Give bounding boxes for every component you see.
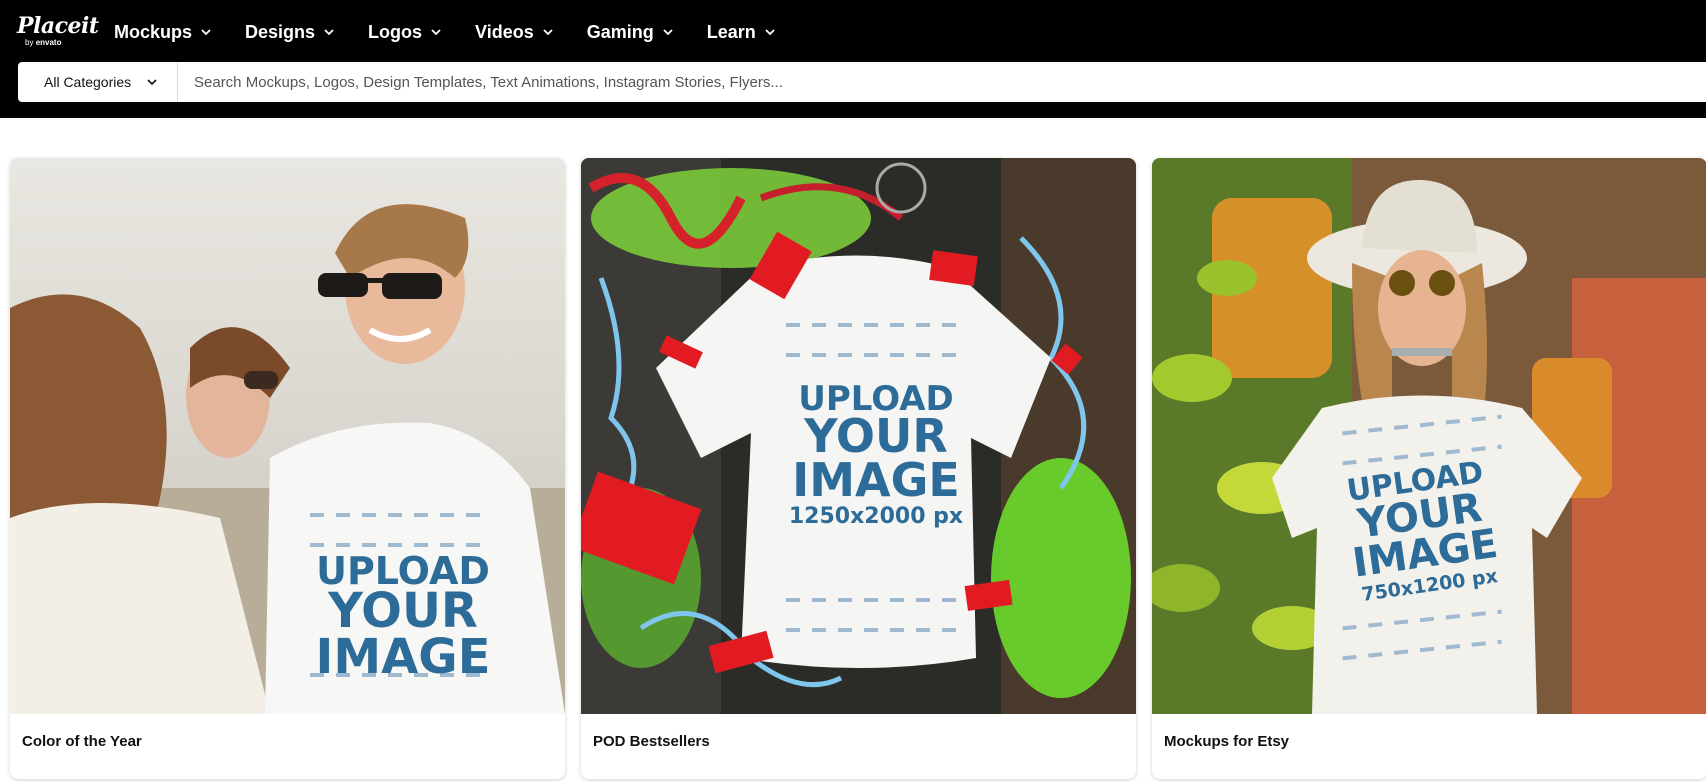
nav-item-label: Designs [245,21,316,42]
upload-image-placeholder: UPLOAD YOUR IMAGE 750x1200 px [1344,455,1501,606]
print-guide-line [786,598,966,602]
nav-item-videos[interactable]: Videos [475,18,553,46]
category-dropdown-label: All Categories [44,74,132,90]
logo-wordmark: Placeit [17,13,99,39]
card-image: UPLOAD YOUR IMAGE [10,158,565,714]
card-image: UPLOAD YOUR IMAGE 1250x2000 px [581,158,1136,714]
nav-item-logos[interactable]: Logos [368,18,441,46]
category-card-color-of-the-year[interactable]: UPLOAD YOUR IMAGE Color of the Year [10,158,565,779]
nav-item-label: Videos [475,21,534,42]
top-navigation-bar: Placeit by envato Mockups Designs Logos … [0,0,1706,118]
nav-item-label: Gaming [586,21,654,42]
chevron-down-icon [147,77,157,87]
woman-hat-tshirt-photo [1152,158,1706,714]
upload-image-placeholder: UPLOAD YOUR IMAGE 1250x2000 px [788,379,964,529]
print-guide-line [786,353,966,357]
nav-item-label: Mockups [114,21,193,42]
print-guide-line [310,543,490,547]
chevron-down-icon [543,27,553,37]
card-title: Color of the Year [22,733,142,750]
placeit-logo[interactable]: Placeit by envato [17,13,99,48]
print-guide-line [310,513,490,517]
nav-item-label: Learn [706,21,756,42]
logo-byline: by envato [25,38,62,47]
nav-item-learn[interactable]: Learn [707,18,775,46]
main-nav: Mockups Designs Logos Videos Gaming Lear… [114,18,809,46]
nav-item-mockups[interactable]: Mockups [114,18,211,46]
chevron-down-icon [201,27,211,37]
nav-item-label: Logos [368,21,423,42]
chevron-down-icon [765,27,775,37]
search-bar: All Categories [18,62,1706,102]
upload-image-placeholder: UPLOAD YOUR IMAGE [315,549,491,685]
card-title: Mockups for Etsy [1164,733,1290,750]
card-title: POD Bestsellers [593,733,710,750]
category-dropdown[interactable]: All Categories [18,62,178,102]
search-input[interactable] [178,62,1706,102]
category-card-mockups-for-etsy[interactable]: UPLOAD YOUR IMAGE 750x1200 px Mockups fo… [1152,158,1706,779]
nav-item-designs[interactable]: Designs [245,18,334,46]
chevron-down-icon [431,27,441,37]
print-guide-line [786,628,966,632]
chevron-down-icon [324,27,334,37]
category-card-pod-bestsellers[interactable]: UPLOAD YOUR IMAGE 1250x2000 px POD Bests… [581,158,1136,779]
print-guide-line [786,323,966,327]
chevron-down-icon [663,27,673,37]
nav-item-gaming[interactable]: Gaming [587,18,673,46]
card-image: UPLOAD YOUR IMAGE 750x1200 px [1152,158,1706,714]
